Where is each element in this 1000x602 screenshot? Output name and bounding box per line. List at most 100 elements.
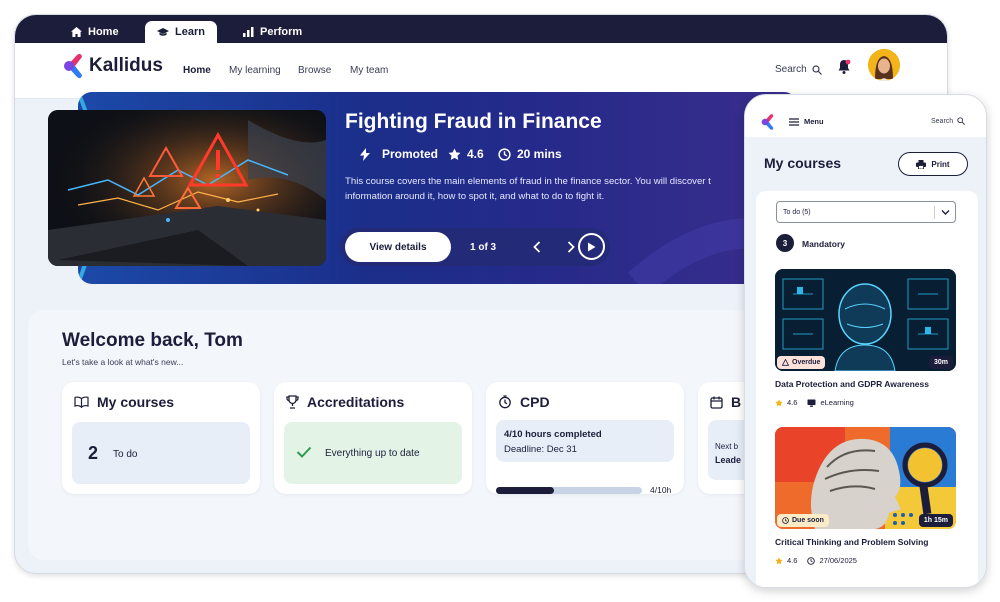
tab-home[interactable]: Home [59,21,131,43]
hero-rating: 4.6 [448,147,484,161]
mandatory-label: Mandatory [802,239,845,249]
open-book-icon [74,396,89,408]
bell-icon [838,59,851,74]
user-avatar[interactable] [868,49,900,81]
cpd-progress-label: 4/10h [650,485,672,495]
search-icon [957,117,966,125]
lightning-icon [360,147,370,161]
partial-card-title: B [731,394,742,410]
todo-filter-select[interactable]: To do (5) [776,201,956,223]
course-duration-badge: 1h 15m [918,514,953,527]
calendar-icon [710,396,723,409]
search-button[interactable]: Search [775,64,822,75]
chevron-left-icon [533,241,541,253]
course-rating-critical-thinking: 4.6 [787,556,798,565]
top-app-bar: Home Learn Perform [15,15,947,43]
course-title-gdpr[interactable]: Data Protection and GDPR Awareness [775,379,929,389]
accreditations-status: Everything up to date [325,448,420,459]
carousel-play-button[interactable] [578,233,605,260]
course-title-critical-thinking[interactable]: Critical Thinking and Problem Solving [775,537,929,547]
main-nav: Kallidus Home My learning Browse My team… [15,43,947,99]
select-divider [934,206,935,219]
course-date-critical-thinking: 27/06/2025 [819,556,857,565]
mobile-page-title: My courses [764,155,842,171]
hero-duration-value: 20 mins [517,147,562,161]
checkmark-icon [296,446,312,458]
cpd-progress-fill [496,487,555,494]
my-courses-todo-box[interactable]: 2 To do [72,422,250,484]
kallidus-logo-icon [761,114,774,130]
course-type-gdpr: eLearning [820,398,854,407]
mobile-menu-button[interactable]: Menu [789,117,824,126]
todo-label: To do [113,449,138,460]
search-icon [812,64,822,75]
welcome-title: Welcome back, Tom [62,330,243,351]
course-rating-gdpr: 4.6 [787,398,798,407]
avatar-portrait-icon [868,49,900,81]
nav-my-team[interactable]: My team [350,65,388,76]
course-duration-badge: 30m [928,356,953,369]
mobile-search-button[interactable]: Search [931,117,966,125]
home-icon [71,27,82,37]
brand-logo[interactable]: Kallidus [63,53,163,79]
welcome-subtitle: Let's take a look at what's new... [62,357,184,367]
tab-learn[interactable]: Learn [145,21,217,43]
course-meta-gdpr: 4.6 eLearning [775,398,854,407]
tab-perform-label: Perform [260,26,303,38]
hero-duration: 20 mins [498,147,562,161]
mobile-search-label: Search [931,117,954,125]
accreditations-card-header: Accreditations [286,394,404,410]
tab-home-label: Home [88,26,119,38]
clock-icon [782,517,789,524]
promoted-tag: Promoted [360,147,438,161]
printer-icon [916,159,927,169]
overdue-label: Overdue [792,359,821,366]
mobile-menu-label: Menu [804,117,824,126]
chevron-down-icon [941,210,950,215]
print-label: Print [931,159,950,169]
hero-course-image[interactable] [48,110,326,266]
notifications-button[interactable] [837,59,851,80]
my-courses-card-header: My courses [74,394,174,410]
accreditations-card[interactable]: Accreditations Everything up to date [274,382,472,494]
monitor-icon [807,399,816,407]
clock-icon [498,147,511,161]
mandatory-count-badge: 3 [776,234,794,252]
cpd-deadline: Deadline: Dec 31 [504,444,577,455]
nav-home[interactable]: Home [183,65,211,76]
hero-description: This course covers the main elements of … [345,176,711,202]
stopwatch-icon [499,395,511,409]
print-button[interactable]: Print [898,152,968,176]
carousel-page-indicator: 1 of 3 [470,242,497,253]
cpd-hours-completed: 4/10 hours completed [504,429,602,440]
cpd-card-title: CPD [520,394,550,410]
course-card-critical-thinking[interactable]: Due soon 1h 15m [775,427,956,529]
my-courses-card[interactable]: My courses 2 To do [62,382,260,494]
partial-line-2: Leade [715,455,742,465]
cpd-card[interactable]: CPD 4/10 hours completed Deadline: Dec 3… [486,382,684,495]
brand-name: Kallidus [89,55,163,76]
fraud-warning-laptop-image-icon [48,110,326,266]
overdue-badge: Overdue [777,356,826,369]
mobile-logo[interactable] [761,113,774,136]
hero-rating-value: 4.6 [467,147,484,161]
star-icon [775,556,783,564]
promoted-label: Promoted [382,147,439,161]
carousel-prev-button[interactable] [527,237,547,257]
mobile-device: Menu Search My courses Print To do (5) 3… [744,94,987,588]
partial-line-1: Next b [715,442,739,451]
star-icon [775,398,783,406]
tab-perform[interactable]: Perform [231,21,314,43]
my-courses-card-title: My courses [97,394,175,410]
kallidus-logo-icon [64,53,82,79]
nav-my-learning[interactable]: My learning [229,65,281,76]
todo-count: 2 [88,443,99,463]
search-label: Search [775,64,807,75]
hamburger-icon [789,117,799,126]
course-card-gdpr[interactable]: Overdue 30m [775,269,956,371]
nav-browse[interactable]: Browse [298,65,331,76]
view-details-button[interactable]: View details [345,232,451,262]
trophy-icon [286,395,299,409]
cpd-summary-box: 4/10 hours completed Deadline: Dec 31 [496,420,674,462]
hero-title: Fighting Fraud in Finance [345,110,602,133]
